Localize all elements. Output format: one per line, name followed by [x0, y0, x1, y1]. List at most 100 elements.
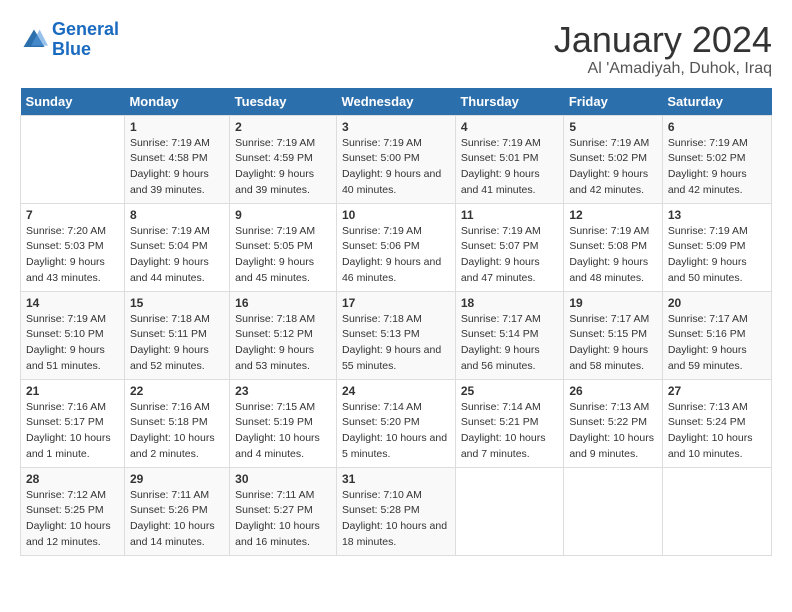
- day-info: Sunrise: 7:14 AMSunset: 5:21 PMDaylight:…: [461, 400, 558, 463]
- calendar-day-cell: 1 Sunrise: 7:19 AMSunset: 4:58 PMDayligh…: [124, 115, 229, 203]
- calendar-day-cell: 25 Sunrise: 7:14 AMSunset: 5:21 PMDaylig…: [455, 379, 563, 467]
- day-number: 19: [569, 296, 657, 310]
- calendar-day-cell: [21, 115, 125, 203]
- calendar-day-cell: 27 Sunrise: 7:13 AMSunset: 5:24 PMDaylig…: [662, 379, 771, 467]
- day-number: 6: [668, 120, 766, 134]
- calendar-day-cell: 24 Sunrise: 7:14 AMSunset: 5:20 PMDaylig…: [336, 379, 455, 467]
- day-info: Sunrise: 7:19 AMSunset: 5:00 PMDaylight:…: [342, 136, 450, 199]
- calendar-day-cell: 22 Sunrise: 7:16 AMSunset: 5:18 PMDaylig…: [124, 379, 229, 467]
- day-number: 24: [342, 384, 450, 398]
- calendar-day-cell: 13 Sunrise: 7:19 AMSunset: 5:09 PMDaylig…: [662, 203, 771, 291]
- day-info: Sunrise: 7:18 AMSunset: 5:12 PMDaylight:…: [235, 312, 331, 375]
- calendar-day-cell: 7 Sunrise: 7:20 AMSunset: 5:03 PMDayligh…: [21, 203, 125, 291]
- page-header: General Blue January 2024 Al 'Amadiyah, …: [20, 20, 772, 78]
- calendar-day-cell: 14 Sunrise: 7:19 AMSunset: 5:10 PMDaylig…: [21, 291, 125, 379]
- day-info: Sunrise: 7:19 AMSunset: 5:02 PMDaylight:…: [569, 136, 657, 199]
- day-header: Wednesday: [336, 88, 455, 116]
- day-number: 29: [130, 472, 224, 486]
- calendar-week-row: 1 Sunrise: 7:19 AMSunset: 4:58 PMDayligh…: [21, 115, 772, 203]
- day-info: Sunrise: 7:19 AMSunset: 5:09 PMDaylight:…: [668, 224, 766, 287]
- day-header: Tuesday: [230, 88, 337, 116]
- calendar-day-cell: 23 Sunrise: 7:15 AMSunset: 5:19 PMDaylig…: [230, 379, 337, 467]
- day-info: Sunrise: 7:19 AMSunset: 5:06 PMDaylight:…: [342, 224, 450, 287]
- day-number: 30: [235, 472, 331, 486]
- day-info: Sunrise: 7:15 AMSunset: 5:19 PMDaylight:…: [235, 400, 331, 463]
- calendar-day-cell: 16 Sunrise: 7:18 AMSunset: 5:12 PMDaylig…: [230, 291, 337, 379]
- day-number: 13: [668, 208, 766, 222]
- main-title: January 2024: [554, 20, 772, 60]
- day-number: 21: [26, 384, 119, 398]
- day-info: Sunrise: 7:14 AMSunset: 5:20 PMDaylight:…: [342, 400, 450, 463]
- day-number: 9: [235, 208, 331, 222]
- calendar-day-cell: 26 Sunrise: 7:13 AMSunset: 5:22 PMDaylig…: [564, 379, 663, 467]
- day-number: 3: [342, 120, 450, 134]
- day-info: Sunrise: 7:18 AMSunset: 5:11 PMDaylight:…: [130, 312, 224, 375]
- day-info: Sunrise: 7:19 AMSunset: 5:07 PMDaylight:…: [461, 224, 558, 287]
- day-info: Sunrise: 7:19 AMSunset: 5:04 PMDaylight:…: [130, 224, 224, 287]
- day-header: Thursday: [455, 88, 563, 116]
- calendar-day-cell: 3 Sunrise: 7:19 AMSunset: 5:00 PMDayligh…: [336, 115, 455, 203]
- calendar-table: SundayMondayTuesdayWednesdayThursdayFrid…: [20, 88, 772, 556]
- day-number: 23: [235, 384, 331, 398]
- logo-text: General Blue: [52, 20, 119, 60]
- calendar-day-cell: [455, 467, 563, 555]
- day-info: Sunrise: 7:19 AMSunset: 5:02 PMDaylight:…: [668, 136, 766, 199]
- day-info: Sunrise: 7:19 AMSunset: 5:08 PMDaylight:…: [569, 224, 657, 287]
- calendar-week-row: 7 Sunrise: 7:20 AMSunset: 5:03 PMDayligh…: [21, 203, 772, 291]
- day-number: 12: [569, 208, 657, 222]
- day-number: 7: [26, 208, 119, 222]
- days-header-row: SundayMondayTuesdayWednesdayThursdayFrid…: [21, 88, 772, 116]
- calendar-day-cell: 15 Sunrise: 7:18 AMSunset: 5:11 PMDaylig…: [124, 291, 229, 379]
- day-number: 20: [668, 296, 766, 310]
- calendar-day-cell: 18 Sunrise: 7:17 AMSunset: 5:14 PMDaylig…: [455, 291, 563, 379]
- calendar-day-cell: 17 Sunrise: 7:18 AMSunset: 5:13 PMDaylig…: [336, 291, 455, 379]
- day-info: Sunrise: 7:13 AMSunset: 5:24 PMDaylight:…: [668, 400, 766, 463]
- day-number: 4: [461, 120, 558, 134]
- calendar-day-cell: 21 Sunrise: 7:16 AMSunset: 5:17 PMDaylig…: [21, 379, 125, 467]
- day-number: 31: [342, 472, 450, 486]
- calendar-week-row: 21 Sunrise: 7:16 AMSunset: 5:17 PMDaylig…: [21, 379, 772, 467]
- day-info: Sunrise: 7:20 AMSunset: 5:03 PMDaylight:…: [26, 224, 119, 287]
- day-number: 22: [130, 384, 224, 398]
- calendar-day-cell: 11 Sunrise: 7:19 AMSunset: 5:07 PMDaylig…: [455, 203, 563, 291]
- day-header: Saturday: [662, 88, 771, 116]
- day-number: 25: [461, 384, 558, 398]
- day-number: 10: [342, 208, 450, 222]
- day-info: Sunrise: 7:17 AMSunset: 5:14 PMDaylight:…: [461, 312, 558, 375]
- day-info: Sunrise: 7:17 AMSunset: 5:16 PMDaylight:…: [668, 312, 766, 375]
- calendar-week-row: 28 Sunrise: 7:12 AMSunset: 5:25 PMDaylig…: [21, 467, 772, 555]
- calendar-day-cell: 29 Sunrise: 7:11 AMSunset: 5:26 PMDaylig…: [124, 467, 229, 555]
- day-info: Sunrise: 7:19 AMSunset: 5:05 PMDaylight:…: [235, 224, 331, 287]
- day-header: Monday: [124, 88, 229, 116]
- calendar-day-cell: 6 Sunrise: 7:19 AMSunset: 5:02 PMDayligh…: [662, 115, 771, 203]
- day-info: Sunrise: 7:12 AMSunset: 5:25 PMDaylight:…: [26, 488, 119, 551]
- logo: General Blue: [20, 20, 119, 60]
- calendar-day-cell: 10 Sunrise: 7:19 AMSunset: 5:06 PMDaylig…: [336, 203, 455, 291]
- calendar-day-cell: [662, 467, 771, 555]
- logo-icon: [20, 26, 48, 54]
- day-info: Sunrise: 7:16 AMSunset: 5:18 PMDaylight:…: [130, 400, 224, 463]
- day-number: 16: [235, 296, 331, 310]
- day-number: 2: [235, 120, 331, 134]
- day-number: 11: [461, 208, 558, 222]
- calendar-day-cell: 31 Sunrise: 7:10 AMSunset: 5:28 PMDaylig…: [336, 467, 455, 555]
- day-info: Sunrise: 7:19 AMSunset: 4:58 PMDaylight:…: [130, 136, 224, 199]
- day-info: Sunrise: 7:18 AMSunset: 5:13 PMDaylight:…: [342, 312, 450, 375]
- day-number: 5: [569, 120, 657, 134]
- logo-line1: General: [52, 19, 119, 39]
- day-header: Sunday: [21, 88, 125, 116]
- day-number: 1: [130, 120, 224, 134]
- day-info: Sunrise: 7:11 AMSunset: 5:26 PMDaylight:…: [130, 488, 224, 551]
- calendar-day-cell: 28 Sunrise: 7:12 AMSunset: 5:25 PMDaylig…: [21, 467, 125, 555]
- day-header: Friday: [564, 88, 663, 116]
- day-info: Sunrise: 7:13 AMSunset: 5:22 PMDaylight:…: [569, 400, 657, 463]
- day-number: 8: [130, 208, 224, 222]
- calendar-day-cell: 4 Sunrise: 7:19 AMSunset: 5:01 PMDayligh…: [455, 115, 563, 203]
- calendar-day-cell: 5 Sunrise: 7:19 AMSunset: 5:02 PMDayligh…: [564, 115, 663, 203]
- calendar-day-cell: 19 Sunrise: 7:17 AMSunset: 5:15 PMDaylig…: [564, 291, 663, 379]
- day-number: 17: [342, 296, 450, 310]
- calendar-day-cell: 2 Sunrise: 7:19 AMSunset: 4:59 PMDayligh…: [230, 115, 337, 203]
- day-number: 14: [26, 296, 119, 310]
- day-number: 15: [130, 296, 224, 310]
- day-number: 28: [26, 472, 119, 486]
